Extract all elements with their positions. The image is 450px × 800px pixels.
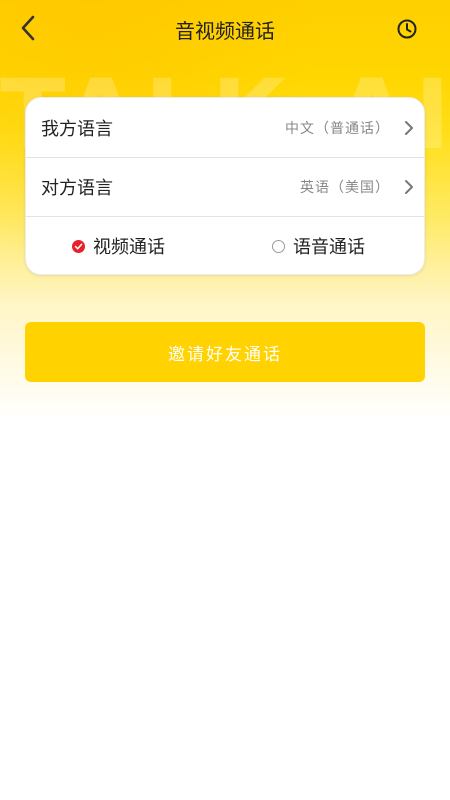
top-bar: 音视频通话	[0, 0, 450, 62]
call-history-button[interactable]	[394, 18, 420, 44]
chevron-left-icon	[20, 15, 36, 45]
voice-call-option[interactable]: 语音通话	[272, 217, 365, 274]
my-language-label: 我方语言	[41, 118, 113, 140]
other-language-value: 英语（美国）	[300, 179, 390, 196]
clock-icon	[396, 18, 418, 44]
call-mode-selector: 视频通话 语音通话	[26, 217, 424, 274]
radio-checked-icon	[72, 239, 85, 253]
voice-call-label: 语音通话	[293, 237, 365, 258]
radio-unchecked-icon	[272, 239, 285, 253]
invite-friend-button[interactable]: 邀请好友通话	[25, 322, 425, 382]
video-call-option[interactable]: 视频通话	[72, 217, 165, 274]
other-language-row[interactable]: 对方语言 英语（美国）	[26, 157, 424, 216]
my-language-value: 中文（普通话）	[285, 120, 390, 137]
chevron-right-icon	[402, 179, 416, 194]
video-call-label: 视频通话	[93, 237, 165, 258]
page-title: 音视频通话	[175, 19, 275, 43]
language-settings-card: 我方语言 中文（普通话） 对方语言 英语（美国） 视频通话 语音通话	[25, 97, 425, 275]
back-button[interactable]	[10, 12, 46, 48]
other-language-label: 对方语言	[41, 177, 113, 199]
my-language-row[interactable]: 我方语言 中文（普通话）	[26, 98, 424, 157]
chevron-right-icon	[402, 120, 416, 135]
